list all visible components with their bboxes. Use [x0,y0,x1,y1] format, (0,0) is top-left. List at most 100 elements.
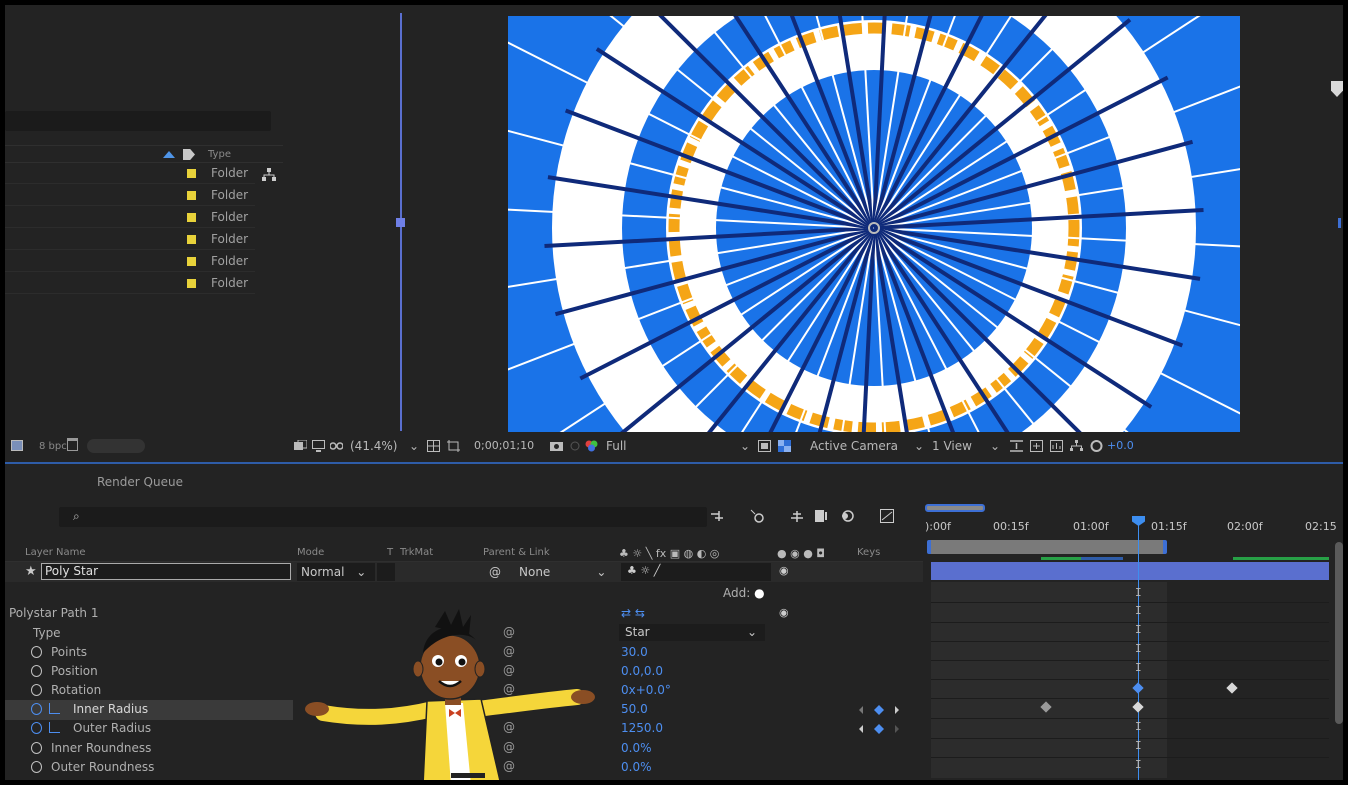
motion-blur-icon[interactable] [839,508,855,524]
property-value[interactable]: 0x+0.0° [621,683,671,697]
timeline-search-input[interactable]: ⌕ [59,507,707,527]
eye-visibility-icon[interactable]: ◉ [779,564,789,577]
pick-whip-icon[interactable]: @ [489,565,501,579]
view-layout-dropdown[interactable]: 1 View [932,439,972,453]
layer-name-field[interactable]: Poly Star [41,563,291,580]
shy-switch-icon[interactable]: ♣ ☼ ╱ [627,564,660,577]
switches-icons[interactable]: ♣ ☼ ╲ fx ▣ ◍ ◐ ◎ [619,547,719,560]
comp-flowchart-icon[interactable] [1070,440,1083,452]
show-snapshot-icon[interactable] [569,440,582,452]
composition-viewer [284,5,1343,433]
camera-view-dropdown[interactable]: Active Camera [810,439,898,453]
layer-switches[interactable]: ♣ ☼ ╱ [621,563,771,581]
flowchart-icon[interactable] [262,168,276,182]
always-preview-icon[interactable] [294,440,307,452]
graph-icon[interactable] [49,703,60,714]
layer-row-poly-star[interactable]: ★ Poly Star Normal ⌄ @ None ⌄ ♣ ☼ ╱ ◉ [5,562,923,582]
snapshot-camera-icon[interactable] [550,440,563,452]
reverse-path-icon[interactable]: ⇄ ⇆ [621,606,645,620]
layer-name-header[interactable]: Layer Name [25,547,86,558]
playhead-icon[interactable] [1132,516,1145,526]
label-tag-icon[interactable] [183,149,195,160]
parent-dropdown[interactable]: @ None ⌄ [483,563,611,581]
blend-mode-dropdown[interactable]: Normal ⌄ [297,563,375,581]
stopwatch-icon[interactable] [31,684,42,696]
project-search-input[interactable] [5,111,271,131]
exposure-value[interactable]: +0.0 [1107,439,1134,452]
type-column-header[interactable]: Type [208,149,231,160]
color-channels-icon[interactable] [585,440,598,452]
transparency-grid-icon[interactable] [778,440,791,452]
magnification-dropdown[interactable]: (41.4%) [350,439,397,453]
property-value[interactable]: 0.0% [621,760,652,774]
monitor-icon[interactable] [312,440,325,452]
draft-3d-toggle-icon[interactable] [749,508,765,524]
property-value[interactable]: 1250.0 [621,721,663,735]
stopwatch-icon[interactable] [31,742,42,754]
mask-visibility-icon[interactable] [330,440,343,452]
frame-blending-icon[interactable] [813,508,829,524]
stopwatch-icon[interactable] [31,646,42,658]
fast-previews-icon[interactable] [758,440,771,452]
trkmat-header[interactable]: TrkMat [400,547,433,558]
guide-handle[interactable] [396,218,405,227]
parent-header[interactable]: Parent & Link [483,547,550,558]
project-item[interactable]: Folder [5,185,255,206]
stopwatch-icon[interactable] [31,665,42,677]
chevron-down-icon[interactable]: ⌄ [990,439,1000,453]
project-item[interactable]: Folder [5,163,255,184]
keyframe-diamond[interactable] [1226,682,1238,694]
project-item[interactable]: Folder [5,251,255,272]
stopwatch-icon[interactable] [31,722,42,734]
graph-editor-icon[interactable] [879,508,895,524]
shy-layers-icon[interactable] [789,508,805,524]
chevron-down-icon[interactable]: ⌄ [409,439,419,453]
grid-guides-icon[interactable] [427,440,440,452]
ruler-label: 00:15f [993,520,1029,533]
item-type: Folder [211,254,249,268]
property-value[interactable]: 0.0,0.0 [621,664,663,678]
layer-duration-bar[interactable] [931,562,1329,580]
mode-header[interactable]: Mode [297,547,324,558]
interpret-footage-icon[interactable] [11,440,23,451]
bit-depth[interactable]: 8 bpc [39,441,67,452]
sort-ascending-icon[interactable] [163,151,175,158]
vertical-scrollbar[interactable] [1335,542,1343,724]
ibeam-marker: I [1135,661,1142,674]
av-switches-icons[interactable]: ● ◉ ● ◘ [777,547,825,560]
draft-3d-icon[interactable] [1030,440,1043,452]
keyframe-navigator[interactable] [857,723,907,735]
work-area-bar[interactable] [927,540,1167,554]
reset-exposure-icon[interactable] [1090,440,1103,452]
thumbnail-slider[interactable] [87,439,145,453]
add-menu-button[interactable]: Add: ● [723,586,765,600]
chevron-down-icon[interactable]: ⌄ [914,439,924,453]
trash-icon[interactable] [67,438,78,451]
stopwatch-icon[interactable] [31,761,42,773]
type-dropdown[interactable]: Star ⌄ [619,624,765,641]
property-value[interactable]: 30.0 [621,645,648,659]
property-value[interactable]: 50.0 [621,702,648,716]
region-of-interest-icon[interactable] [447,440,460,452]
composition-canvas[interactable] [508,16,1240,432]
project-item[interactable]: Folder [5,207,255,228]
keyframe-navigator[interactable] [857,704,907,716]
property-row-selected[interactable]: Inner Radius [5,700,293,720]
project-item[interactable]: Folder [5,229,255,250]
toggle-pixel-aspect-icon[interactable] [1010,440,1023,452]
time-graph[interactable]: ):00f 00:15f 01:00f 01:15f 02:00f 02:15 … [925,502,1343,780]
current-time[interactable]: 0;00;01;10 [474,439,534,452]
tab-render-queue[interactable]: Render Queue [97,475,183,489]
time-navigator[interactable] [925,504,985,512]
chevron-down-icon[interactable]: ⌄ [740,439,750,453]
timeline-icon[interactable] [1050,440,1063,452]
property-value[interactable]: 0.0% [621,741,652,755]
project-item[interactable]: Folder [5,273,255,294]
graph-icon[interactable] [49,722,60,733]
track-matte-dropdown[interactable] [377,563,395,581]
stopwatch-icon[interactable] [31,703,42,715]
eye-visibility-icon[interactable]: ◉ [779,606,789,619]
resolution-dropdown[interactable]: Full [606,439,627,453]
project-column-header: Type [5,145,283,163]
comp-mini-flowchart-icon[interactable] [709,508,725,524]
